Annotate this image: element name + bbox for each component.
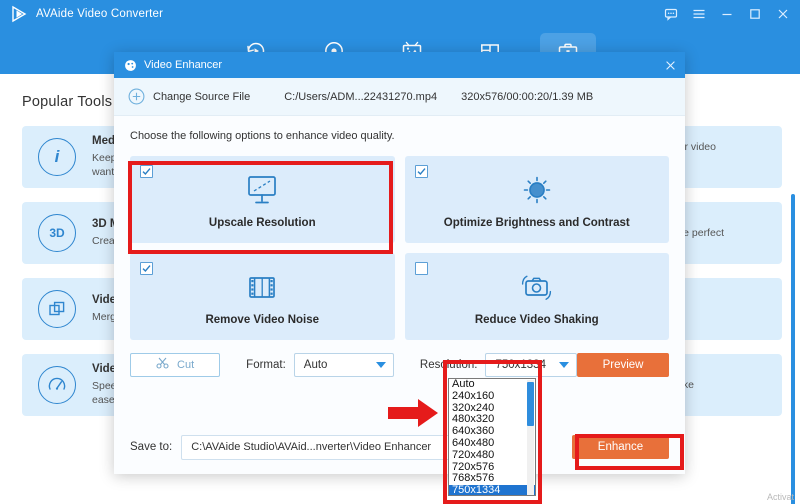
dropdown-scrollbar[interactable] [527,380,534,495]
dropdown-option-selected[interactable]: 750x1334 [449,484,535,495]
app-brand: AVAide Video Converter [10,5,163,23]
save-to-row: Save to: C:\AVAide Studio\AVAid...nverte… [130,434,669,460]
dropdown-scrollbar-thumb[interactable] [527,382,534,426]
enhance-button[interactable]: Enhance [572,435,669,459]
reduce-video-shaking-checkbox[interactable] [414,262,428,275]
sun-brightness-icon [517,171,557,211]
info-icon: i [38,138,76,176]
cut-button-label: Cut [177,358,195,371]
threed-icon: 3D [38,214,76,252]
preview-button[interactable]: Preview [577,352,669,377]
activation-watermark: Activat [766,492,794,502]
option-label: Optimize Brightness and Contrast [443,216,630,229]
dropdown-option[interactable]: 240x160 [449,390,535,403]
cut-button[interactable]: Cut [130,352,221,377]
format-value: Auto [303,358,328,371]
dialog-close-icon[interactable] [664,59,677,72]
menu-icon[interactable] [692,7,706,21]
source-file-row: Change Source File C:/Users/ADM...224312… [114,78,685,116]
plus-circle-icon[interactable] [128,88,145,105]
merge-icon [38,290,76,328]
option-upscale-resolution[interactable]: Upscale Resolution [130,156,395,243]
dropdown-option[interactable]: 720x480 [449,449,535,462]
upscale-resolution-checkbox[interactable] [140,165,153,178]
resolution-label: Resolution: [419,358,478,371]
speed-icon [38,366,76,404]
title-bar: AVAide Video Converter [0,0,800,28]
option-label: Remove Video Noise [205,313,320,326]
application-window: AVAide Video Converter Popular Tools i M… [0,0,800,504]
source-file-path: C:/Users/ADM...22431270.mp4 [284,90,438,103]
chevron-down-icon [559,361,570,368]
feedback-icon[interactable] [664,7,678,21]
camera-shake-icon [517,268,557,308]
save-to-label: Save to: [130,441,173,453]
enhancer-icon [124,59,137,72]
resolution-select[interactable]: 750x1334 [485,352,578,377]
option-remove-video-noise[interactable]: Remove Video Noise [130,253,395,340]
remove-video-noise-checkbox[interactable] [140,262,153,275]
save-path-value: C:\AVAide Studio\AVAid...nverter\Video E… [191,441,432,453]
option-optimize-brightness[interactable]: Optimize Brightness and Contrast [404,156,669,243]
dialog-header: Video Enhancer [114,52,685,78]
dialog-body: Choose the following options to enhance … [114,116,685,377]
page-title: Popular Tools [22,94,113,110]
film-strip-icon [242,268,282,308]
option-label: Upscale Resolution [208,216,316,229]
dropdown-option[interactable]: 640x480 [449,437,535,450]
format-label: Format: [246,358,286,371]
close-icon[interactable] [776,7,790,21]
source-file-meta: 320x576/00:00:20/1.39 MB [461,90,594,103]
maximize-icon[interactable] [748,7,762,21]
option-reduce-video-shaking[interactable]: Reduce Video Shaking [404,253,669,340]
dialog-title: Video Enhancer [144,59,223,71]
optimize-brightness-checkbox[interactable] [414,165,428,178]
enhance-options-grid: Upscale Resolution Optimize Brightness a… [130,156,669,340]
resolution-value: 750x1334 [495,358,546,371]
save-path-field[interactable]: C:\AVAide Studio\AVAid...nverter\Video E… [181,434,490,460]
play-triangle-icon [10,5,28,23]
window-controls [664,7,790,21]
change-source-file-button[interactable]: Change Source File [153,91,250,103]
scissors-icon [156,356,169,374]
format-select[interactable]: Auto [293,352,394,377]
option-label: Reduce Video Shaking [474,313,599,326]
page-scrollbar[interactable] [791,194,795,504]
minimize-icon[interactable] [720,7,734,21]
resolution-dropdown-list[interactable]: Auto 240x160 320x240 480x320 640x360 640… [448,378,536,496]
options-hint: Choose the following options to enhance … [130,130,395,142]
monitor-upscale-icon [242,171,282,211]
red-arrow-annotation [386,396,440,435]
chevron-down-icon [375,361,386,368]
app-title: AVAide Video Converter [36,8,164,20]
output-controls-row: Cut Format: Auto Resolution: 750x1334 Pr… [130,352,669,377]
